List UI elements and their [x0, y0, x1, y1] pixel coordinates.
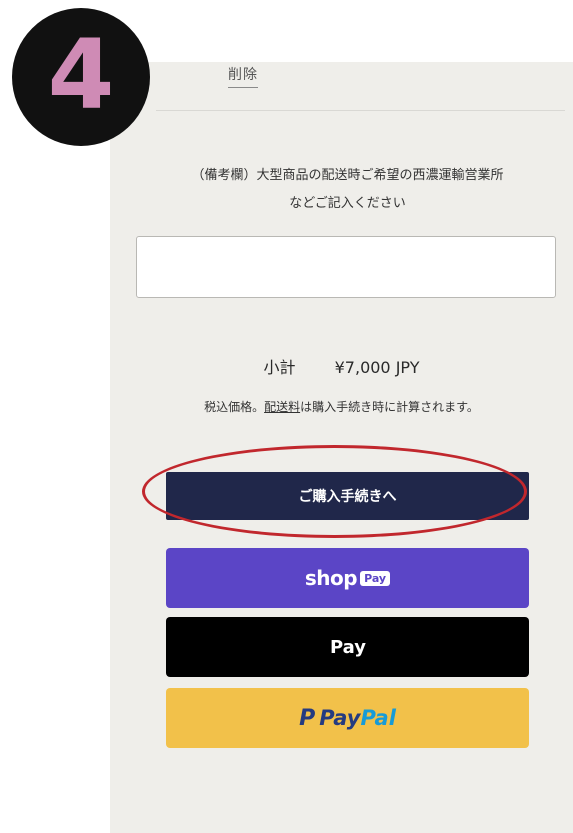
delete-link[interactable]: 削除: [228, 64, 258, 88]
apple-pay-label: Pay: [329, 636, 367, 658]
cart-panel: 削除 （備考欄）大型商品の配送時ご希望の西濃運輸営業所 などご記入ください 小計…: [110, 62, 573, 833]
shop-pay-wordmark: shop: [304, 566, 358, 590]
tax-note-prefix: 税込価格。: [204, 400, 265, 414]
step-number: 4: [47, 19, 115, 131]
subtotal-label: 小計: [263, 358, 296, 377]
paypal-word-pal: Pal: [360, 706, 396, 730]
tax-shipping-note: 税込価格。配送料は購入手続き時に計算されます。: [110, 398, 573, 415]
apple-pay-button[interactable]: Pay: [166, 617, 529, 677]
shop-pay-button[interactable]: shop Pay: [166, 548, 529, 608]
subtotal-value: ¥7,000 JPY: [334, 358, 420, 377]
paypal-logo-icon: P: [299, 705, 316, 731]
shipping-fee-link[interactable]: 配送料: [264, 400, 300, 414]
checkout-button[interactable]: ご購入手続きへ: [166, 472, 529, 520]
order-note-label: （備考欄）大型商品の配送時ご希望の西濃運輸営業所 などご記入ください: [191, 168, 504, 211]
checkout-button-label: ご購入手続きへ: [298, 489, 397, 505]
shop-pay-pill: Pay: [360, 570, 391, 586]
paypal-wordmark: PayPal: [319, 706, 396, 730]
divider: [156, 110, 565, 111]
paypal-button[interactable]: P PayPal: [166, 688, 529, 748]
tax-note-suffix: は購入手続き時に計算されます。: [300, 400, 479, 414]
step-number-badge: 4: [12, 8, 150, 146]
subtotal-row: 小計 ¥7,000 JPY: [110, 354, 573, 378]
order-note-input[interactable]: [136, 236, 556, 298]
paypal-word-pay: Pay: [319, 706, 361, 730]
